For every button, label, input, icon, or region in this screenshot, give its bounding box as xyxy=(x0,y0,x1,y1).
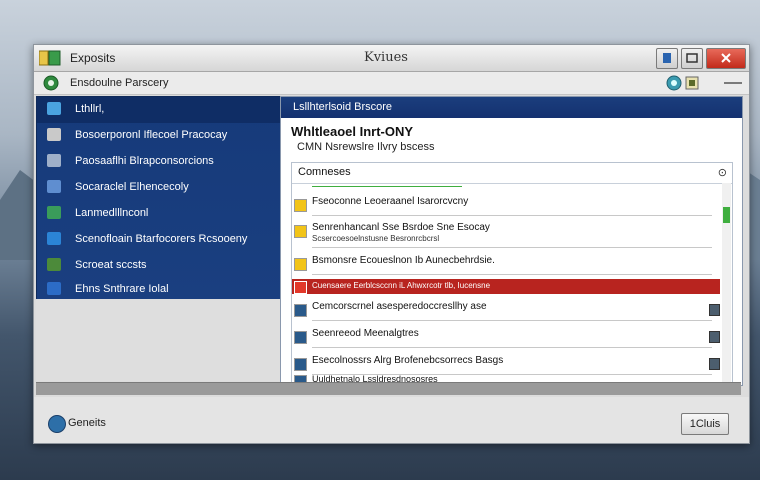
list-item[interactable]: Senrenhancanl Sse Bsrdoe Sne Esocay Scse… xyxy=(292,219,720,251)
error-icon xyxy=(294,281,307,294)
title-bar: Exposits Kviues xyxy=(34,45,749,72)
components-title: Comneses xyxy=(298,166,351,178)
list-item-label: Cemcorscrnel asesperedoccresllhy ase xyxy=(312,301,487,312)
more-menu-icon[interactable] xyxy=(724,80,742,86)
menu-title: Ensdoulne Parscery xyxy=(70,77,169,89)
page-subtitle: CMN Nsrewslre Ilvry bscess xyxy=(297,141,435,153)
list-item-label: Bsmonsre Ecoueslnon Ib Aunecbehrdsie. xyxy=(312,255,495,266)
help-icon xyxy=(663,53,671,63)
list-item-label: Seenreeod Meenalgtres xyxy=(312,328,419,339)
badge-icon xyxy=(47,206,61,219)
view-icon[interactable] xyxy=(685,75,699,91)
close-button[interactable]: 1Cluis xyxy=(681,413,729,435)
minimize-icon xyxy=(686,53,698,63)
sidebar-item-label: Socaraclel Elhencecoly xyxy=(75,181,189,193)
sidebar-item-label: Bosoerporonl Iflecoel Pracocay xyxy=(75,129,228,141)
list-item[interactable]: Bsmonsre Ecoueslnon Ib Aunecbehrdsie. xyxy=(292,252,720,278)
warning-icon xyxy=(294,199,307,212)
info-icon[interactable]: ⊙ xyxy=(718,166,727,179)
leaf-icon xyxy=(47,258,61,271)
content-panel: Lsllhterlsoid Brscore Whltleaoel Inrt-ON… xyxy=(280,96,743,386)
progress-line xyxy=(312,186,462,187)
list-item-sublabel: Scsercoesoelnstusne Besronrcbcrsl xyxy=(312,234,440,243)
panel-icon xyxy=(47,282,61,295)
components-list: Comneses ⊙ Fseoconne Leoeraanel Isarorcv… xyxy=(291,162,733,386)
sidebar-item-6[interactable]: Scroeat sccsts xyxy=(37,253,281,279)
sidebar-item-4[interactable]: Lanmedlllnconl xyxy=(37,201,281,227)
horizontal-scrollbar[interactable] xyxy=(36,382,741,395)
sidebar-item-label: Lanmedlllnconl xyxy=(75,207,149,219)
app-title: Exposits xyxy=(70,51,116,65)
sidebar-item-label: Paosaaflhi Blrapconsorcions xyxy=(75,155,214,167)
sidebar-item-label: Scenofloain Btarfocorers Rcsooeny xyxy=(75,233,248,245)
status-marker xyxy=(709,358,720,370)
sidebar-item-0[interactable]: Lthllrl, xyxy=(37,97,281,123)
row-divider xyxy=(312,215,712,216)
close-window-button[interactable] xyxy=(706,48,746,69)
row-divider xyxy=(312,274,712,275)
page-icon xyxy=(47,180,61,193)
row-divider xyxy=(312,347,712,348)
row-divider xyxy=(312,247,712,248)
list-item-label: Senrenhancanl Sse Bsrdoe Sne Esocay xyxy=(312,222,490,233)
sidebar-item-label: Ehns Snthrare Iolal xyxy=(75,283,169,295)
sidebar-item-label: Scroeat sccsts xyxy=(75,259,147,271)
list-item[interactable]: Fseoconne Leoeraanel Isarorcvcny xyxy=(292,193,720,219)
list-item[interactable]: Cemcorscrnel asesperedoccresllhy ase xyxy=(292,298,720,324)
scrollbar[interactable] xyxy=(722,183,731,383)
list-item[interactable]: Seenreeod Meenalgtres xyxy=(292,325,720,351)
screen-icon xyxy=(294,358,307,371)
app-icon xyxy=(39,50,61,66)
list-item-label: Fseoconne Leoeraanel Isarorcvcny xyxy=(312,196,469,207)
back-icon[interactable] xyxy=(42,75,60,91)
bottom-bar: Geneits 1Cluis xyxy=(34,397,749,443)
close-icon xyxy=(721,53,731,63)
warning-icon xyxy=(294,258,307,271)
refresh-icon[interactable] xyxy=(666,75,682,91)
document-icon xyxy=(47,128,61,141)
settings-label: Geneits xyxy=(68,417,106,429)
status-marker xyxy=(709,304,720,316)
panel-header-title: Lsllhterlsoid Brscore xyxy=(293,101,393,113)
sidebar-item-label: Lthllrl, xyxy=(75,103,105,115)
monitor-icon xyxy=(47,232,61,245)
settings-icon xyxy=(48,415,66,433)
scrollbar-thumb[interactable] xyxy=(723,207,730,223)
sidebar-empty-area xyxy=(36,299,280,381)
list-icon xyxy=(47,102,61,115)
window-title: Kviues xyxy=(364,50,408,65)
menu-bar: Ensdoulne Parscery xyxy=(34,72,749,95)
screen-icon xyxy=(294,331,307,344)
list-item-error[interactable]: Cuensaere Eerblcsccnn iL Ahwxrcotr tlb, … xyxy=(292,279,720,294)
sidebar-item-3[interactable]: Socaraclel Elhencecoly xyxy=(37,175,281,201)
panel-header: Lsllhterlsoid Brscore xyxy=(281,97,742,118)
sidebar-item-5[interactable]: Scenofloain Btarfocorers Rcsooeny xyxy=(37,227,281,253)
list-item[interactable] xyxy=(292,184,720,192)
sidebar-item-1[interactable]: Bosoerporonl Iflecoel Pracocay xyxy=(37,123,281,149)
sidebar: Lthllrl, Bosoerporonl Iflecoel Pracocay … xyxy=(36,96,282,300)
sidebar-item-2[interactable]: Paosaaflhi Blrapconsorcions xyxy=(37,149,281,175)
list-item-label: Esecolnossrs Alrg Brofenebcsorrecs Basgs xyxy=(312,355,504,366)
help-button[interactable] xyxy=(656,48,678,69)
list-item-label: Cuensaere Eerblcsccnn iL Ahwxrcotr tlb, … xyxy=(312,281,491,290)
minimize-button[interactable] xyxy=(681,48,703,69)
row-divider xyxy=(312,320,712,321)
status-marker xyxy=(709,331,720,343)
screen-icon xyxy=(294,304,307,317)
warning-icon xyxy=(294,225,307,238)
grid-icon xyxy=(47,154,61,167)
main-window: Exposits Kviues Ensdoulne Parscery Lthll… xyxy=(33,44,750,444)
page-title: Whltleaoel Inrt-ONY xyxy=(291,124,414,139)
components-header: Comneses ⊙ xyxy=(292,163,732,184)
